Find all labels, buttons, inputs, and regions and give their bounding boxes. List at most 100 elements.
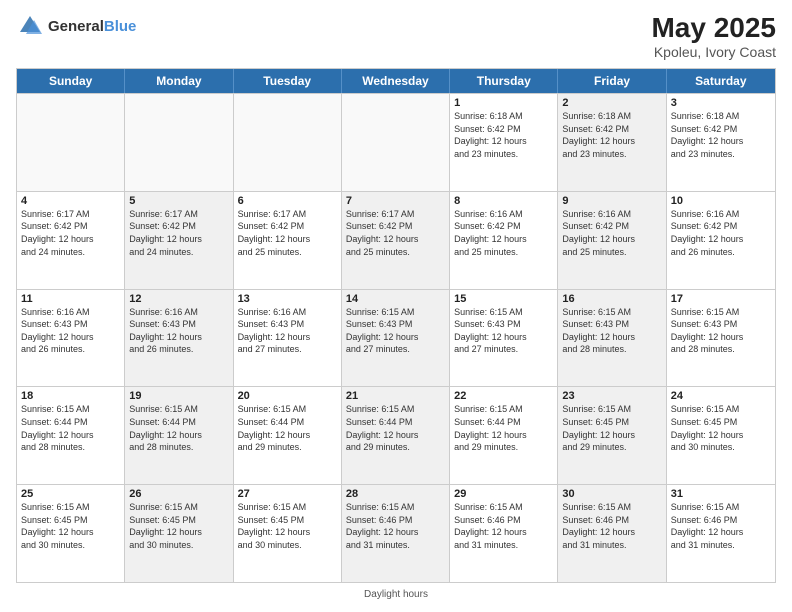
calendar-day-cell <box>234 94 342 191</box>
day-info: Sunrise: 6:15 AM Sunset: 6:46 PM Dayligh… <box>671 501 771 551</box>
calendar-day-cell: 7Sunrise: 6:17 AM Sunset: 6:42 PM Daylig… <box>342 192 450 289</box>
day-number: 3 <box>671 97 771 109</box>
calendar-day-cell: 5Sunrise: 6:17 AM Sunset: 6:42 PM Daylig… <box>125 192 233 289</box>
calendar-day-cell: 12Sunrise: 6:16 AM Sunset: 6:43 PM Dayli… <box>125 290 233 387</box>
day-of-week-header: Monday <box>125 69 233 93</box>
day-info: Sunrise: 6:15 AM Sunset: 6:46 PM Dayligh… <box>454 501 553 551</box>
day-info: Sunrise: 6:18 AM Sunset: 6:42 PM Dayligh… <box>671 110 771 160</box>
calendar-week-row: 25Sunrise: 6:15 AM Sunset: 6:45 PM Dayli… <box>17 484 775 582</box>
day-number: 15 <box>454 293 553 305</box>
calendar-day-cell: 30Sunrise: 6:15 AM Sunset: 6:46 PM Dayli… <box>558 485 666 582</box>
day-number: 4 <box>21 195 120 207</box>
footer: Daylight hours <box>16 589 776 600</box>
calendar-day-cell: 11Sunrise: 6:16 AM Sunset: 6:43 PM Dayli… <box>17 290 125 387</box>
day-of-week-header: Thursday <box>450 69 558 93</box>
day-info: Sunrise: 6:15 AM Sunset: 6:43 PM Dayligh… <box>454 306 553 356</box>
calendar-day-cell <box>125 94 233 191</box>
calendar-day-cell: 23Sunrise: 6:15 AM Sunset: 6:45 PM Dayli… <box>558 387 666 484</box>
calendar-body: 1 Sunrise: 6:18 AM Sunset: 6:42 PM Daylig… <box>17 93 775 582</box>
day-number: 19 <box>129 390 228 402</box>
calendar-day-cell: 25Sunrise: 6:15 AM Sunset: 6:45 PM Dayli… <box>17 485 125 582</box>
logo-text: GeneralBlue <box>48 19 136 34</box>
day-number: 22 <box>454 390 553 402</box>
calendar-day-cell: 13Sunrise: 6:16 AM Sunset: 6:43 PM Dayli… <box>234 290 342 387</box>
calendar-day-cell <box>342 94 450 191</box>
day-info: Sunrise: 6:15 AM Sunset: 6:43 PM Dayligh… <box>671 306 771 356</box>
day-info: Sunrise: 6:15 AM Sunset: 6:46 PM Dayligh… <box>346 501 445 551</box>
calendar-week-row: 11 Sunrise: 6:16 AM Sunset: 6:43 PM Dayli… <box>17 289 775 387</box>
calendar-day-cell: 1Sunrise: 6:18 AM Sunset: 6:42 PM Daylig… <box>450 94 558 191</box>
day-number: 31 <box>671 488 771 500</box>
calendar-day-cell: 15Sunrise: 6:15 AM Sunset: 6:43 PM Dayli… <box>450 290 558 387</box>
calendar-day-cell <box>17 94 125 191</box>
day-info: Sunrise: 6:15 AM Sunset: 6:45 PM Dayligh… <box>129 501 228 551</box>
calendar-week-row: 18Sunrise: 6:15 AM Sunset: 6:44 PM Dayli… <box>17 386 775 484</box>
logo-blue: Blue <box>104 19 137 34</box>
calendar-day-cell: 28Sunrise: 6:15 AM Sunset: 6:46 PM Dayli… <box>342 485 450 582</box>
calendar-day-cell: 4Sunrise: 6:17 AM Sunset: 6:42 PM Daylig… <box>17 192 125 289</box>
calendar-day-cell: 16Sunrise: 6:15 AM Sunset: 6:43 PM Dayli… <box>558 290 666 387</box>
main-title: May 2025 <box>651 12 776 44</box>
day-info: Sunrise: 6:15 AM Sunset: 6:44 PM Dayligh… <box>129 403 228 453</box>
day-info: Sunrise: 6:15 AM Sunset: 6:44 PM Dayligh… <box>21 403 120 453</box>
calendar-day-cell: 6Sunrise: 6:17 AM Sunset: 6:42 PM Daylig… <box>234 192 342 289</box>
day-number: 30 <box>562 488 661 500</box>
calendar-day-cell: 19Sunrise: 6:15 AM Sunset: 6:44 PM Dayli… <box>125 387 233 484</box>
logo-icon <box>16 12 44 40</box>
day-number: 17 <box>671 293 771 305</box>
calendar-day-cell: 27Sunrise: 6:15 AM Sunset: 6:45 PM Dayli… <box>234 485 342 582</box>
calendar-day-cell: 9Sunrise: 6:16 AM Sunset: 6:42 PM Daylig… <box>558 192 666 289</box>
day-number: 5 <box>129 195 228 207</box>
day-number: 1 <box>454 97 553 109</box>
footer-text: Daylight hours <box>364 589 428 600</box>
calendar-day-cell: 8Sunrise: 6:16 AM Sunset: 6:42 PM Daylig… <box>450 192 558 289</box>
day-number: 23 <box>562 390 661 402</box>
calendar-week-row: 4Sunrise: 6:17 AM Sunset: 6:42 PM Daylig… <box>17 191 775 289</box>
logo-general: General <box>48 19 104 34</box>
calendar-day-cell: 29Sunrise: 6:15 AM Sunset: 6:46 PM Dayli… <box>450 485 558 582</box>
calendar-day-cell: 3Sunrise: 6:18 AM Sunset: 6:42 PM Daylig… <box>667 94 775 191</box>
calendar-day-cell: 22Sunrise: 6:15 AM Sunset: 6:44 PM Dayli… <box>450 387 558 484</box>
day-number: 10 <box>671 195 771 207</box>
day-number: 11 <box>21 293 120 305</box>
day-info: Sunrise: 6:17 AM Sunset: 6:42 PM Dayligh… <box>21 208 120 258</box>
day-number: 14 <box>346 293 445 305</box>
calendar-day-cell: 17Sunrise: 6:15 AM Sunset: 6:43 PM Dayli… <box>667 290 775 387</box>
calendar-day-cell: 20Sunrise: 6:15 AM Sunset: 6:44 PM Dayli… <box>234 387 342 484</box>
day-of-week-header: Tuesday <box>234 69 342 93</box>
day-number: 24 <box>671 390 771 402</box>
calendar-day-cell: 18Sunrise: 6:15 AM Sunset: 6:44 PM Dayli… <box>17 387 125 484</box>
day-number: 7 <box>346 195 445 207</box>
day-number: 16 <box>562 293 661 305</box>
day-number: 9 <box>562 195 661 207</box>
day-info: Sunrise: 6:16 AM Sunset: 6:42 PM Dayligh… <box>562 208 661 258</box>
calendar: SundayMondayTuesdayWednesdayThursdayFrid… <box>16 68 776 583</box>
day-number: 6 <box>238 195 337 207</box>
calendar-header: SundayMondayTuesdayWednesdayThursdayFrid… <box>17 69 775 93</box>
day-info: Sunrise: 6:15 AM Sunset: 6:45 PM Dayligh… <box>21 501 120 551</box>
day-info: Sunrise: 6:16 AM Sunset: 6:42 PM Dayligh… <box>671 208 771 258</box>
page: GeneralBlue May 2025 Kpoleu, Ivory Coast… <box>0 0 792 612</box>
calendar-day-cell: 10Sunrise: 6:16 AM Sunset: 6:42 PM Dayli… <box>667 192 775 289</box>
day-info: Sunrise: 6:17 AM Sunset: 6:42 PM Dayligh… <box>129 208 228 258</box>
header: GeneralBlue May 2025 Kpoleu, Ivory Coast <box>16 12 776 60</box>
day-of-week-header: Saturday <box>667 69 775 93</box>
day-info: Sunrise: 6:15 AM Sunset: 6:44 PM Dayligh… <box>238 403 337 453</box>
day-number: 25 <box>21 488 120 500</box>
subtitle: Kpoleu, Ivory Coast <box>651 44 776 60</box>
calendar-week-row: 1 Sunrise: 6:18 AM Sunset: 6:42 PM Daylig… <box>17 93 775 191</box>
day-number: 12 <box>129 293 228 305</box>
day-info: Sunrise: 6:16 AM Sunset: 6:42 PM Dayligh… <box>454 208 553 258</box>
day-number: 26 <box>129 488 228 500</box>
day-number: 21 <box>346 390 445 402</box>
day-info: Sunrise: 6:15 AM Sunset: 6:44 PM Dayligh… <box>454 403 553 453</box>
day-of-week-header: Wednesday <box>342 69 450 93</box>
day-info: Sunrise: 6:15 AM Sunset: 6:46 PM Dayligh… <box>562 501 661 551</box>
day-info: Sunrise: 6:15 AM Sunset: 6:43 PM Dayligh… <box>562 306 661 356</box>
calendar-day-cell: 14Sunrise: 6:15 AM Sunset: 6:43 PM Dayli… <box>342 290 450 387</box>
day-info: Sunrise: 6:16 AM Sunset: 6:43 PM Dayligh… <box>238 306 337 356</box>
title-block: May 2025 Kpoleu, Ivory Coast <box>651 12 776 60</box>
day-number: 20 <box>238 390 337 402</box>
calendar-day-cell: 2Sunrise: 6:18 AM Sunset: 6:42 PM Daylig… <box>558 94 666 191</box>
day-number: 29 <box>454 488 553 500</box>
